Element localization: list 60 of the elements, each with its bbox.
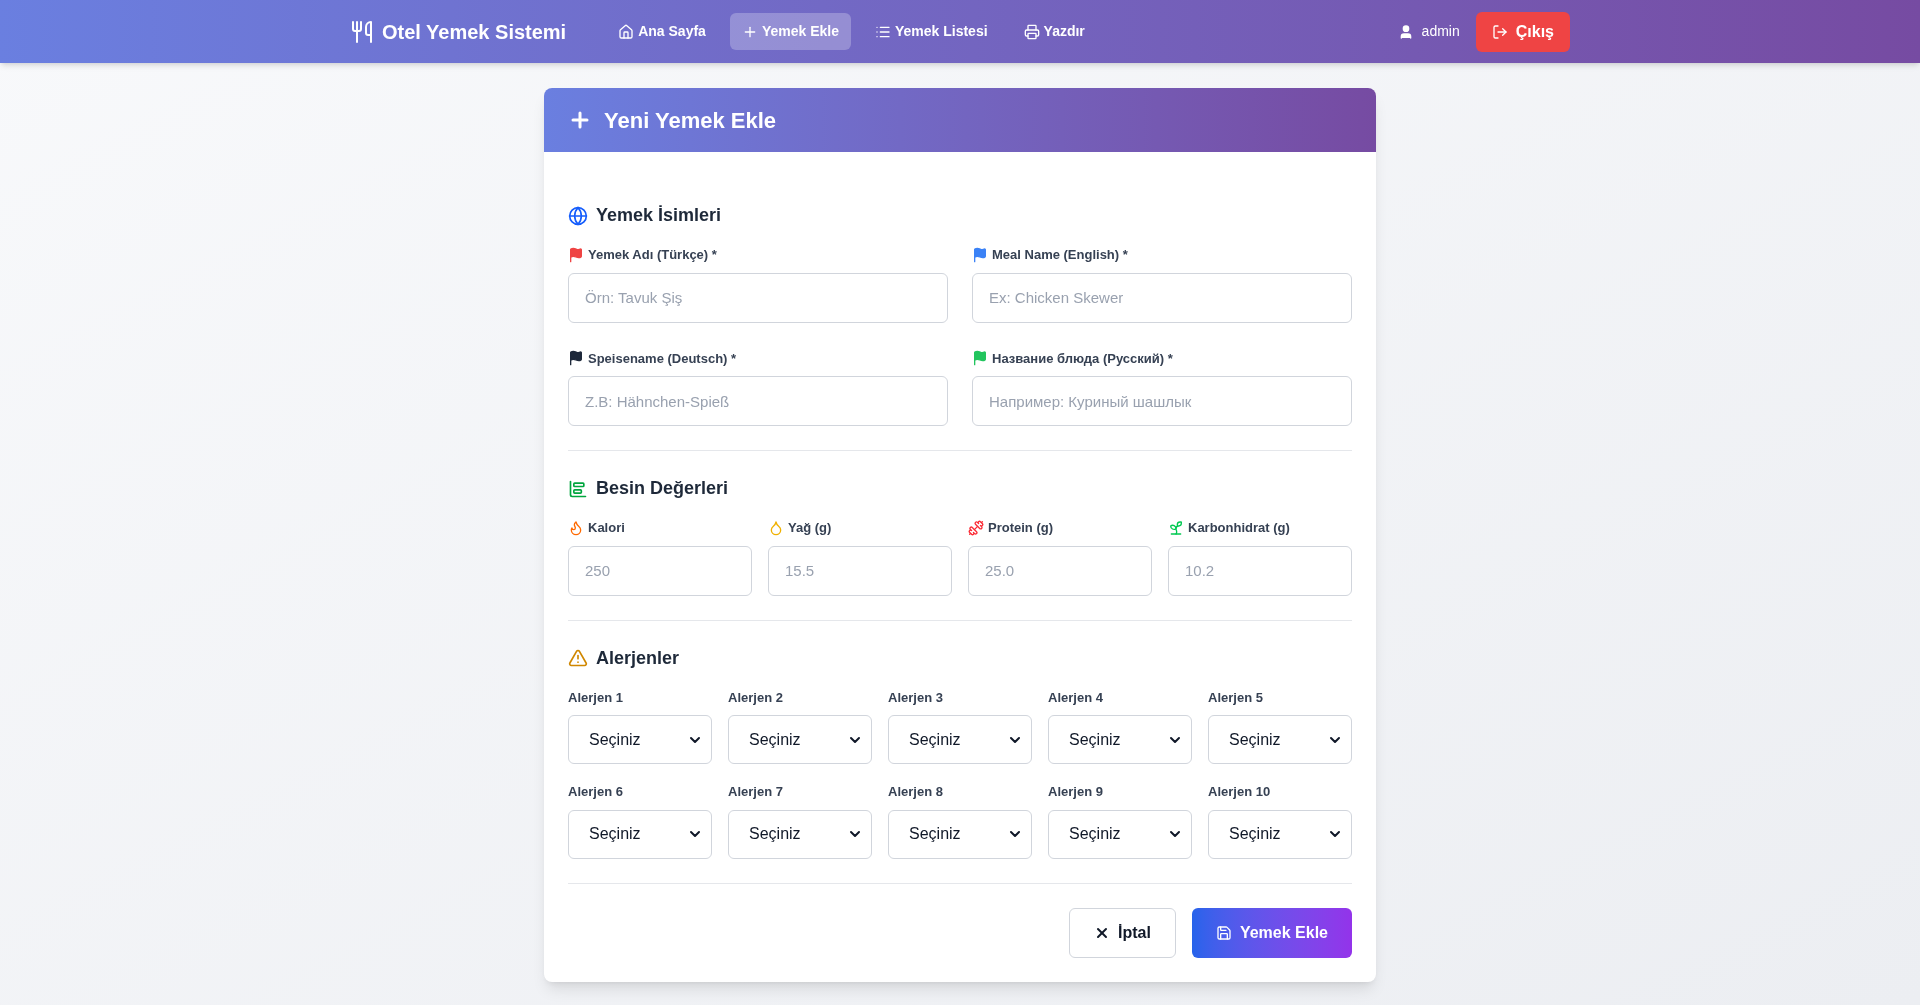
allergen-select[interactable]: Seçiniz bbox=[888, 809, 1032, 859]
nav-link[interactable]: Yazdır bbox=[1011, 13, 1097, 50]
field-label: Alerjen 2 bbox=[728, 688, 784, 707]
save-icon bbox=[1215, 924, 1232, 941]
cancel-button[interactable]: İptal bbox=[1069, 907, 1176, 958]
section-title: Alerjenler bbox=[596, 646, 680, 670]
text-input[interactable]: Ex: Chicken Skewer bbox=[972, 272, 1352, 323]
section-title: Yemek İsimleri bbox=[596, 204, 722, 227]
field-label: Yemek Adı (Türkçe) * bbox=[588, 246, 717, 264]
field-label: Alerjen 8 bbox=[888, 783, 944, 801]
allergen-select[interactable]: Seçiniz bbox=[568, 715, 712, 764]
text-input[interactable]: Örn: Tavuk Şiş bbox=[568, 272, 948, 323]
sprout-icon bbox=[1168, 519, 1184, 536]
field-label: Alerjen 5 bbox=[1208, 688, 1264, 707]
text-input[interactable]: Например: Куриный шашлык bbox=[972, 376, 1352, 426]
flame-icon bbox=[568, 519, 584, 536]
field-label: Alerjen 4 bbox=[1048, 688, 1104, 707]
section-title: Besin Değerleri bbox=[596, 477, 729, 500]
field-label: Meal Name (English) * bbox=[992, 246, 1128, 264]
field-label: Alerjen 9 bbox=[1048, 783, 1104, 801]
field-label: Protein (g) bbox=[988, 519, 1053, 537]
field-label: Kalori bbox=[588, 519, 625, 537]
field-label: Alerjen 10 bbox=[1208, 783, 1272, 801]
allergen-select[interactable]: Seçiniz bbox=[888, 715, 1032, 764]
house-icon bbox=[618, 23, 635, 40]
text-input[interactable]: Z.B: Hähnchen-Spieß bbox=[568, 376, 948, 426]
logout-icon bbox=[1491, 23, 1508, 40]
field-label: Alerjen 6 bbox=[568, 783, 624, 801]
nav-link[interactable]: Yemek Listesi bbox=[862, 13, 1000, 50]
field-label: Название блюда (Русский) * bbox=[992, 349, 1173, 368]
globe-icon bbox=[568, 205, 588, 226]
allergen-select[interactable]: Seçiniz bbox=[1048, 715, 1192, 764]
card-title: Yeni Yemek Ekle bbox=[604, 106, 777, 135]
chart-icon bbox=[568, 478, 588, 499]
utensils-icon bbox=[350, 19, 374, 44]
field-label: Alerjen 1 bbox=[568, 688, 624, 707]
field-label: Yağ (g) bbox=[788, 519, 832, 537]
warning-icon bbox=[568, 648, 588, 668]
dumbbell-icon bbox=[968, 519, 984, 536]
allergen-select[interactable]: Seçiniz bbox=[1208, 715, 1352, 764]
nav-link[interactable]: Ana Sayfa bbox=[606, 13, 718, 50]
submit-button[interactable]: Yemek Ekle bbox=[1191, 907, 1352, 958]
field-label: Speisename (Deutsch) * bbox=[588, 349, 737, 368]
brand-title: Otel Yemek Sistemi bbox=[382, 19, 567, 45]
allergen-select[interactable]: Seçiniz bbox=[728, 715, 872, 764]
number-input[interactable]: 10.2 bbox=[1168, 545, 1352, 596]
allergen-select[interactable]: Seçiniz bbox=[728, 809, 872, 859]
allergen-select[interactable]: Seçiniz bbox=[1048, 809, 1192, 859]
field-label: Alerjen 3 bbox=[888, 688, 944, 707]
number-input[interactable]: 250 bbox=[568, 545, 752, 596]
allergen-select[interactable]: Seçiniz bbox=[1208, 809, 1352, 859]
drop-icon bbox=[768, 519, 784, 536]
logout-button[interactable]: Çıkış bbox=[1475, 11, 1570, 52]
field-label: Alerjen 7 bbox=[728, 783, 784, 801]
allergen-select[interactable]: Seçiniz bbox=[568, 809, 712, 859]
field-label: Karbonhidrat (g) bbox=[1188, 519, 1290, 537]
user-label: admin bbox=[1421, 22, 1460, 41]
number-input[interactable]: 15.5 bbox=[768, 545, 952, 596]
number-input[interactable]: 25.0 bbox=[968, 545, 1152, 596]
printer-icon bbox=[1023, 23, 1040, 40]
